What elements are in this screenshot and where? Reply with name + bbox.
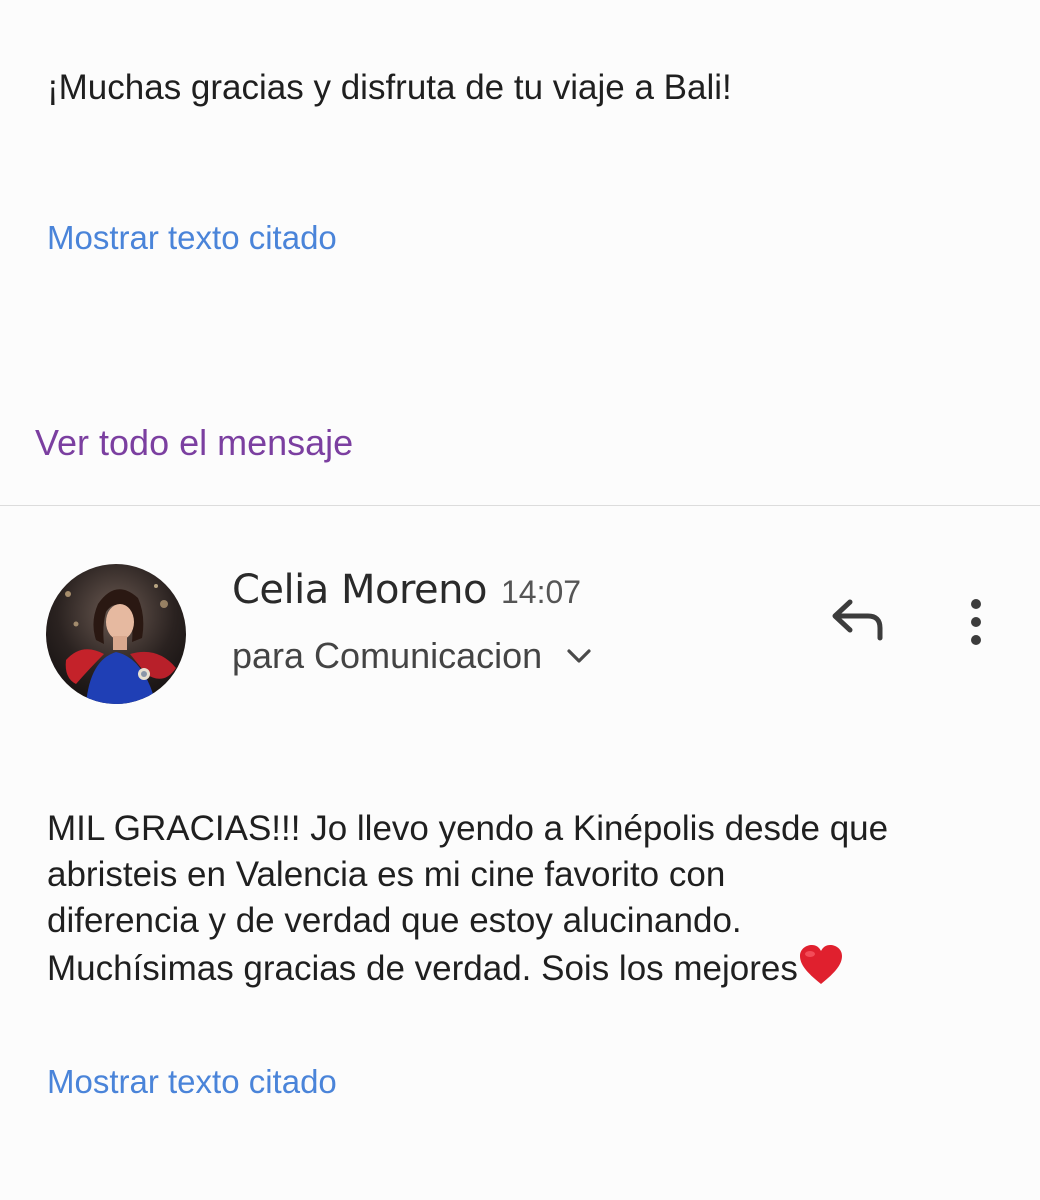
reply-button[interactable] (820, 590, 892, 654)
reply-icon (826, 596, 886, 649)
more-options-button[interactable] (946, 592, 1006, 656)
message-body: MIL GRACIAS!!! Jo llevo yendo a Kinépoli… (47, 806, 1007, 992)
message-divider (0, 505, 1040, 506)
heart-emoji-icon (798, 944, 844, 986)
message-time: 14:07 (500, 574, 582, 610)
avatar[interactable] (46, 564, 186, 704)
message-body-text: MIL GRACIAS!!! Jo llevo yendo a Kinépoli… (47, 809, 889, 988)
avatar-photo-icon (46, 564, 186, 704)
recipient-label: para Comunicacion (232, 635, 543, 676)
sender-name: Celia Moreno (232, 567, 487, 613)
view-full-message-link[interactable]: Ver todo el mensaje (35, 419, 353, 467)
more-vertical-icon (966, 597, 986, 652)
sender-row: Celia Moreno 14:07 (232, 566, 581, 616)
previous-message-text: ¡Muchas gracias y disfruta de tu viaje a… (47, 68, 732, 107)
show-quoted-text-link-2[interactable]: Mostrar texto citado (47, 1060, 337, 1104)
chevron-down-icon (564, 641, 594, 671)
recipient-toggle[interactable]: para Comunicacion (232, 632, 594, 680)
show-quoted-text-link[interactable]: Mostrar texto citado (47, 216, 337, 260)
